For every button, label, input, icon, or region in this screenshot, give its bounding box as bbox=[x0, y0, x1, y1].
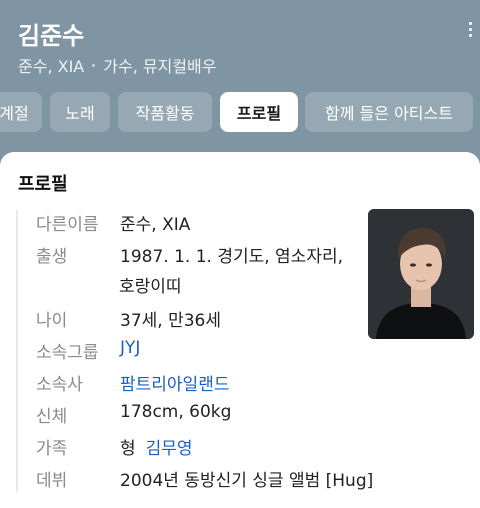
row-agency: 소속사 팜트리아일랜드 bbox=[36, 370, 229, 400]
row-debut: 데뷔 2004년 동방신기 싱글 앨범 [Hug] bbox=[36, 466, 373, 496]
row-body: 신체 178cm, 60kg bbox=[36, 402, 231, 432]
tab-bar: 계절 노래 작품활동 프로필 함께 들은 아티스트 bbox=[0, 92, 480, 134]
tab-season[interactable]: 계절 bbox=[0, 92, 42, 132]
person-portrait-icon bbox=[368, 209, 474, 339]
value-birth-line2: 호랑이띠 bbox=[119, 277, 182, 297]
link-group[interactable]: JYJ bbox=[120, 338, 140, 368]
value-other-names: 준수, XIA bbox=[120, 215, 191, 235]
value-body: 178cm, 60kg bbox=[120, 402, 232, 422]
profile-card: 프로필 다른이름 준수, XIA 출생 1987. 1. 1. 경기도, 염소자… bbox=[0, 152, 480, 508]
separator-dot bbox=[92, 63, 96, 67]
tab-profile[interactable]: 프로필 bbox=[220, 92, 298, 132]
value-age: 37세, 만36세 bbox=[120, 311, 221, 331]
link-agency[interactable]: 팜트리아일랜드 bbox=[120, 370, 229, 400]
artist-aliases: 준수, XIA bbox=[18, 57, 85, 76]
label-body: 신체 bbox=[36, 407, 68, 427]
link-family-member[interactable]: 김무영 bbox=[146, 434, 193, 464]
tab-songs[interactable]: 노래 bbox=[50, 92, 110, 132]
artist-header: 김준수 준수, XIA 가수, 뮤지컬배우 계절 노래 작품활동 프로필 함께 … bbox=[0, 0, 480, 150]
label-agency: 소속사 bbox=[36, 375, 83, 395]
row-other-names: 다른이름 준수, XIA bbox=[36, 210, 190, 240]
label-other-names: 다른이름 bbox=[36, 215, 99, 235]
label-birth: 출생 bbox=[36, 247, 68, 267]
tab-related-artists[interactable]: 함께 들은 아티스트 bbox=[305, 92, 473, 132]
row-birth: 출생 1987. 1. 1. 경기도, 염소자리, bbox=[36, 242, 343, 272]
value-birth-line1: 1987. 1. 1. 경기도, 염소자리, bbox=[120, 247, 344, 267]
artist-name: 김준수 bbox=[18, 22, 85, 50]
artist-subtitle: 준수, XIA 가수, 뮤지컬배우 bbox=[18, 53, 216, 77]
label-age: 나이 bbox=[36, 311, 68, 331]
more-options-icon[interactable] bbox=[464, 22, 476, 42]
value-debut: 2004년 동방신기 싱글 앨범 [Hug] bbox=[120, 471, 374, 491]
value-family-relation: 형 bbox=[120, 439, 136, 459]
profile-title: 프로필 bbox=[18, 174, 68, 195]
tab-works[interactable]: 작품활동 bbox=[118, 92, 212, 132]
label-family: 가족 bbox=[36, 439, 68, 459]
row-group: 소속그룹 JYJ bbox=[36, 338, 140, 368]
artist-occupation: 가수, 뮤지컬배우 bbox=[103, 57, 217, 76]
profile-photo[interactable] bbox=[368, 209, 474, 339]
label-debut: 데뷔 bbox=[36, 471, 68, 491]
row-family: 가족 형 김무영 bbox=[36, 434, 193, 464]
row-age: 나이 37세, 만36세 bbox=[36, 306, 221, 336]
label-group: 소속그룹 bbox=[36, 343, 99, 363]
profile-divider bbox=[16, 210, 18, 492]
